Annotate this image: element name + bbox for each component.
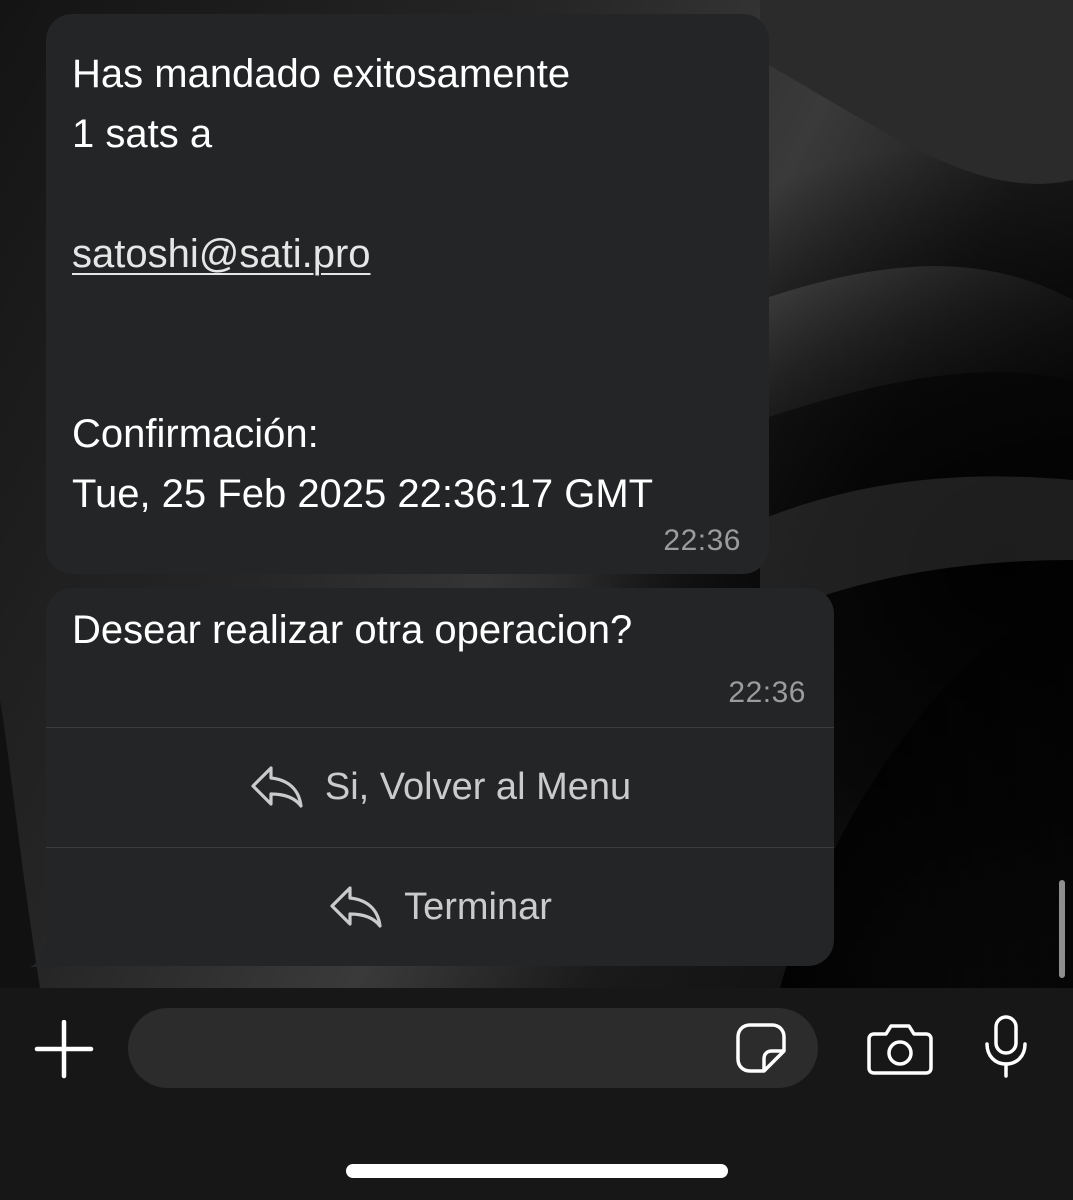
incoming-message-bubble[interactable]: Desear realizar otra operacion? 22:36 Si… — [46, 588, 834, 966]
plus-icon — [34, 1019, 94, 1079]
reply-icon — [249, 764, 305, 810]
message-line-link: satoshi@sati.pro — [72, 224, 743, 284]
message-input-wrapper — [128, 1008, 818, 1088]
scrollbar[interactable] — [1059, 880, 1065, 978]
reply-icon — [328, 884, 384, 930]
message-line: Tue, 25 Feb 2025 22:36:17 GMT — [72, 472, 654, 516]
microphone-button[interactable] — [982, 1014, 1030, 1080]
message-timestamp: 22:36 — [728, 676, 806, 709]
sticker-icon — [736, 1023, 786, 1073]
attach-button[interactable] — [34, 1019, 94, 1080]
sticker-button[interactable] — [734, 1021, 788, 1075]
camera-icon — [867, 1024, 933, 1075]
message-line-blank — [72, 344, 743, 404]
message-line-blank — [72, 164, 743, 224]
quick-reply-button-menu[interactable]: Si, Volver al Menu — [46, 728, 834, 846]
message-input[interactable] — [154, 1008, 734, 1088]
home-indicator[interactable] — [346, 1164, 728, 1178]
quick-reply-label: Terminar — [404, 885, 552, 928]
incoming-message-bubble[interactable]: Has mandado exitosamente 1 sats a satosh… — [46, 14, 769, 574]
message-line: Has mandado exitosamente — [72, 52, 571, 96]
message-text: Desear realizar otra operacion? — [72, 608, 633, 652]
camera-button[interactable] — [866, 1022, 934, 1076]
message-timestamp: 22:36 — [663, 524, 741, 557]
message-line-blank — [72, 284, 743, 344]
message-text: Has mandado exitosamente 1 sats a satosh… — [72, 44, 743, 524]
message-line: Confirmación: — [72, 412, 319, 456]
quick-reply-label: Si, Volver al Menu — [324, 765, 632, 808]
quick-reply-button-terminar[interactable]: Terminar — [46, 848, 834, 966]
microphone-icon — [985, 1015, 1027, 1078]
message-line: 1 sats a — [72, 112, 213, 156]
email-link[interactable]: satoshi@sati.pro — [72, 232, 371, 276]
